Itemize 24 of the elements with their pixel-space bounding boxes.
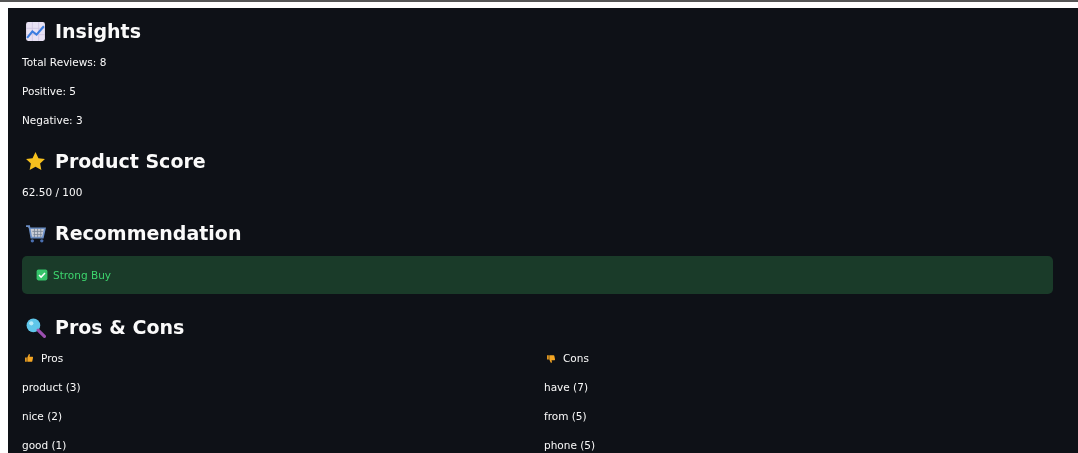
column-heading: Pros [41, 352, 64, 364]
section-heading: Product Score [55, 150, 206, 172]
stat-text: Total Reviews: 8 [22, 55, 108, 70]
stat-text: Negative: 3 [22, 113, 84, 128]
section-heading: Recommendation [55, 222, 242, 244]
keyword-text: nice (2) [22, 409, 64, 424]
keyword-text: product (3) [22, 380, 82, 395]
keyword-text: have (7) [544, 380, 589, 395]
magnifier-icon [25, 316, 46, 338]
keyword-text: from (5) [544, 409, 588, 424]
thumbs-up-icon [24, 352, 35, 364]
section-heading: Insights [55, 20, 141, 42]
stat-text: Positive: 5 [22, 84, 78, 99]
stat-text: 62.50 / 100 [22, 185, 84, 200]
keyword-text: good (1) [22, 438, 68, 453]
column-heading: Cons [563, 352, 589, 364]
check-icon [36, 269, 48, 281]
section-heading: Pros & Cons [55, 316, 185, 338]
star-icon [25, 150, 46, 172]
cart-icon [25, 222, 46, 244]
chart-icon [25, 20, 46, 42]
keyword-text: phone (5) [544, 438, 597, 453]
recommendation-text: Strong Buy [53, 269, 112, 281]
thumbs-down-icon [546, 352, 557, 364]
